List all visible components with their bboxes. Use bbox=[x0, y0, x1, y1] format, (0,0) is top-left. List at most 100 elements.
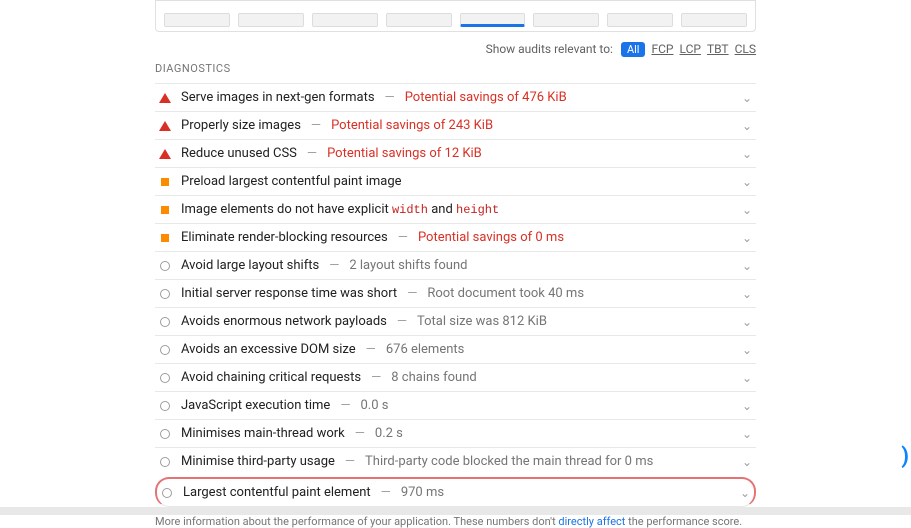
fail-icon bbox=[159, 149, 171, 159]
chevron-down-icon: ⌄ bbox=[742, 371, 752, 385]
audit-detail: 0.2 s bbox=[375, 426, 403, 441]
warn-icon bbox=[159, 206, 171, 214]
chevron-down-icon: ⌄ bbox=[742, 315, 752, 329]
audit-row[interactable]: Image elements do not have explicit widt… bbox=[155, 195, 756, 223]
audit-row[interactable]: Properly size images—Potential savings o… bbox=[155, 111, 756, 139]
chevron-down-icon: ⌄ bbox=[742, 91, 752, 105]
audit-detail: 8 chains found bbox=[391, 370, 476, 385]
audit-title: Serve images in next-gen formats bbox=[181, 90, 375, 105]
pass-icon bbox=[159, 289, 171, 299]
diagnostics-header: DIAGNOSTICS bbox=[155, 62, 756, 75]
separator: — bbox=[381, 485, 391, 500]
diagnostics-footer: More information about the performance o… bbox=[155, 515, 756, 528]
separator: — bbox=[397, 314, 407, 329]
audit-title: JavaScript execution time bbox=[181, 398, 330, 413]
audit-row[interactable]: Serve images in next-gen formats—Potenti… bbox=[155, 83, 756, 111]
audit-row[interactable]: Largest contentful paint element—970 ms⌄ bbox=[155, 477, 756, 507]
audit-list: Serve images in next-gen formats — Potenti… bbox=[155, 83, 756, 507]
fail-icon bbox=[159, 93, 171, 103]
side-widget: ) bbox=[901, 444, 909, 469]
bottom-bar bbox=[0, 507, 911, 515]
filmstrip-thumbnail[interactable] bbox=[238, 13, 304, 27]
audit-detail: 0.0 s bbox=[360, 398, 388, 413]
audit-title: Properly size images bbox=[181, 118, 301, 133]
audit-row[interactable]: Preload largest contentful paint image ⌄ bbox=[155, 167, 756, 195]
audit-detail: Potential savings of 243 KiB bbox=[331, 118, 493, 133]
chevron-down-icon: ⌄ bbox=[742, 175, 752, 189]
separator: — bbox=[307, 146, 317, 161]
audit-title: Avoid chaining critical requests bbox=[181, 370, 361, 385]
chevron-down-icon: ⌄ bbox=[742, 147, 752, 161]
audit-row[interactable]: Avoids enormous network payloads — Total s… bbox=[155, 307, 756, 335]
audit-row[interactable]: Avoid large layout shifts — 2 layout shift… bbox=[155, 251, 756, 279]
audit-title: Reduce unused CSS bbox=[181, 146, 297, 161]
chevron-down-icon: ⌄ bbox=[742, 287, 752, 301]
filter-all-badge[interactable]: All bbox=[621, 42, 646, 57]
audit-detail: 970 ms bbox=[401, 485, 444, 500]
filmstrip-thumbnail[interactable] bbox=[312, 13, 378, 27]
filter-label: Show audits relevant to: bbox=[486, 42, 613, 56]
warn-icon bbox=[159, 234, 171, 242]
audit-row[interactable]: Minimises main-thread work — 0.2 s ⌄ bbox=[155, 419, 756, 447]
pass-icon bbox=[159, 345, 171, 355]
filmstrip-thumbnail[interactable] bbox=[533, 13, 599, 27]
filmstrip-thumbnail[interactable] bbox=[164, 13, 230, 27]
chevron-down-icon: ⌄ bbox=[742, 231, 752, 245]
chevron-down-icon: ⌄ bbox=[742, 399, 752, 413]
separator: — bbox=[398, 230, 408, 245]
filmstrip-thumbnail[interactable] bbox=[460, 13, 526, 27]
audit-row[interactable]: Avoid chaining critical requests — 8 chain… bbox=[155, 363, 756, 391]
audit-detail: Potential savings of 0 ms bbox=[418, 230, 564, 245]
audit-title: Avoids enormous network payloads bbox=[181, 314, 387, 329]
audit-detail: Root document took 40 ms bbox=[427, 286, 584, 301]
audit-filter-row: Show audits relevant to: All FCP LCP TBT CLS bbox=[155, 42, 756, 56]
audit-title: Largest contentful paint element bbox=[183, 485, 371, 500]
filter-link-lcp[interactable]: LCP bbox=[679, 42, 700, 56]
audit-detail: 2 layout shifts found bbox=[349, 258, 467, 273]
footer-link[interactable]: directly affect bbox=[558, 515, 625, 528]
audit-row[interactable]: Initial server response time was short—R… bbox=[155, 279, 756, 307]
audit-detail: Total size was 812 KiB bbox=[417, 314, 547, 329]
separator: — bbox=[371, 370, 381, 385]
audit-title: Avoid large layout shifts bbox=[181, 258, 319, 273]
audit-title: Minimises main-thread work bbox=[181, 426, 345, 441]
audit-row[interactable]: JavaScript execution time — 0.0 s ⌄ bbox=[155, 391, 756, 419]
separator: — bbox=[345, 454, 355, 469]
chevron-down-icon: ⌄ bbox=[742, 427, 752, 441]
chevron-down-icon: ⌄ bbox=[742, 119, 752, 133]
fail-icon bbox=[159, 121, 171, 131]
separator: — bbox=[385, 90, 395, 105]
audit-row[interactable]: Avoids an excessive DOM size — 676 element… bbox=[155, 335, 756, 363]
separator: — bbox=[366, 342, 376, 357]
filmstrip-card bbox=[155, 0, 756, 32]
warn-icon bbox=[159, 178, 171, 186]
chevron-down-icon: ⌄ bbox=[742, 343, 752, 357]
filmstrip-thumbnail[interactable] bbox=[607, 13, 673, 27]
audit-detail: 676 elements bbox=[386, 342, 465, 357]
pass-icon bbox=[159, 457, 171, 467]
filmstrip-thumbnail[interactable] bbox=[681, 13, 747, 27]
audit-row[interactable]: Minimise third-party usage — Third-party c… bbox=[155, 447, 756, 475]
separator: — bbox=[340, 398, 350, 413]
audit-row[interactable]: Reduce unused CSS—Potential savings of 1… bbox=[155, 139, 756, 167]
chevron-down-icon: ⌄ bbox=[742, 203, 752, 217]
filter-link-fcp[interactable]: FCP bbox=[651, 42, 673, 56]
chevron-down-icon: ⌄ bbox=[742, 259, 752, 273]
separator: — bbox=[355, 426, 365, 441]
audit-title: Minimise third-party usage bbox=[181, 454, 335, 469]
pass-icon bbox=[159, 317, 171, 327]
audit-row[interactable]: Eliminate render-blocking resources — Pote… bbox=[155, 223, 756, 251]
filter-link-tbt[interactable]: TBT bbox=[707, 42, 729, 56]
audit-title: Eliminate render-blocking resources bbox=[181, 230, 388, 245]
pass-icon bbox=[161, 488, 173, 498]
separator: — bbox=[329, 258, 339, 273]
separator: — bbox=[407, 286, 417, 301]
pass-icon bbox=[159, 429, 171, 439]
pass-icon bbox=[159, 261, 171, 271]
audit-title: Preload largest contentful paint image bbox=[181, 174, 402, 189]
filter-link-cls[interactable]: CLS bbox=[735, 42, 756, 56]
filmstrip-thumbnail[interactable] bbox=[386, 13, 452, 27]
pass-icon bbox=[159, 373, 171, 383]
audit-title: Avoids an excessive DOM size bbox=[181, 342, 356, 357]
audit-detail: Third-party code blocked the main thread… bbox=[365, 454, 653, 469]
